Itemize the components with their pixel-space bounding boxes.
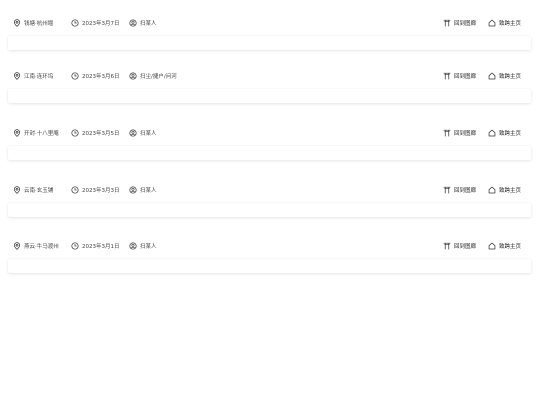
entry-meta: 云南·玄玉铺 2023年3月3日 扫某人 回到图廊 致跨主页	[8, 181, 531, 199]
home-button[interactable]: 致跨主页	[488, 186, 521, 194]
location-pin-icon	[13, 72, 21, 80]
torii-gate-icon	[443, 72, 451, 80]
entry-actions: 回到图廊 致跨主页	[443, 124, 521, 142]
person-text: 扫某人	[140, 188, 157, 194]
gallery-label: 回到图廊	[453, 188, 476, 194]
home-label: 致跨主页	[498, 131, 521, 137]
home-label: 致跨主页	[498, 21, 521, 27]
torii-gate-icon	[443, 19, 451, 27]
location-text: 云南·玄玉铺	[24, 188, 54, 194]
date-meta: 2023年3月3日	[71, 186, 120, 194]
clock-icon	[71, 129, 79, 137]
list-item: 燕云·牛马渡州 2023年3月1日 扫某人 回到图廊 致跨主页	[8, 237, 531, 283]
torii-gate-icon	[443, 242, 451, 250]
location-pin-icon	[13, 129, 21, 137]
home-label: 致跨主页	[498, 74, 521, 80]
user-icon	[129, 72, 137, 80]
home-icon	[488, 72, 496, 80]
home-button[interactable]: 致跨主页	[488, 72, 521, 80]
list-item: 钱塘·杭州堰 2023年3月7日 扫某人 回到图廊 致跨主页	[8, 14, 531, 60]
user-icon	[129, 186, 137, 194]
date-text: 2023年3月6日	[82, 74, 120, 80]
clock-icon	[71, 242, 79, 250]
user-icon	[129, 242, 137, 250]
clock-icon	[71, 19, 79, 27]
gallery-label: 回到图廊	[453, 74, 476, 80]
entry-actions: 回到图廊 致跨主页	[443, 67, 521, 85]
torii-gate-icon	[443, 186, 451, 194]
user-icon	[129, 19, 137, 27]
entry-meta: 江南·连环坞 2023年3月6日 扫尘/捷户/问河 回到图廊 致跨主页	[8, 67, 531, 85]
location-meta: 江南·连环坞	[13, 72, 53, 80]
back-to-gallery-button[interactable]: 回到图廊	[443, 186, 476, 194]
location-pin-icon	[13, 186, 21, 194]
date-meta: 2023年3月1日	[71, 242, 120, 250]
person-meta: 扫尘/捷户/问河	[129, 72, 177, 80]
entry-content-card[interactable]	[8, 203, 531, 217]
back-to-gallery-button[interactable]: 回到图廊	[443, 72, 476, 80]
location-pin-icon	[13, 19, 21, 27]
home-icon	[488, 19, 496, 27]
gallery-label: 回到图廊	[453, 244, 476, 250]
person-text: 扫尘/捷户/问河	[140, 74, 177, 80]
person-text: 扫某人	[140, 21, 157, 27]
location-meta: 钱塘·杭州堰	[13, 19, 53, 27]
home-button[interactable]: 致跨主页	[488, 242, 521, 250]
person-text: 扫某人	[140, 244, 157, 250]
list-item: 江南·连环坞 2023年3月6日 扫尘/捷户/问河 回到图廊 致跨主页	[8, 67, 531, 113]
home-icon	[488, 242, 496, 250]
home-label: 致跨主页	[498, 244, 521, 250]
person-meta: 扫某人	[129, 186, 157, 194]
entry-meta: 钱塘·杭州堰 2023年3月7日 扫某人 回到图廊 致跨主页	[8, 14, 531, 32]
gallery-label: 回到图廊	[453, 21, 476, 27]
location-text: 开封·十八里庵	[24, 131, 59, 137]
date-text: 2023年3月5日	[82, 131, 120, 137]
gallery-label: 回到图廊	[453, 131, 476, 137]
date-meta: 2023年3月7日	[71, 19, 120, 27]
entry-list: 钱塘·杭州堰 2023年3月7日 扫某人 回到图廊 致跨主页 江南·连环坞 20…	[0, 0, 540, 405]
list-item: 云南·玄玉铺 2023年3月3日 扫某人 回到图廊 致跨主页	[8, 181, 531, 227]
entry-actions: 回到图廊 致跨主页	[443, 237, 521, 255]
location-meta: 燕云·牛马渡州	[13, 242, 59, 250]
person-text: 扫某人	[140, 131, 157, 137]
back-to-gallery-button[interactable]: 回到图廊	[443, 19, 476, 27]
date-text: 2023年3月1日	[82, 244, 120, 250]
home-button[interactable]: 致跨主页	[488, 19, 521, 27]
entry-actions: 回到图廊 致跨主页	[443, 14, 521, 32]
entry-content-card[interactable]	[8, 146, 531, 160]
home-icon	[488, 129, 496, 137]
entry-meta: 开封·十八里庵 2023年3月5日 扫某人 回到图廊 致跨主页	[8, 124, 531, 142]
entry-content-card[interactable]	[8, 259, 531, 273]
location-text: 钱塘·杭州堰	[24, 21, 54, 27]
entry-content-card[interactable]	[8, 36, 531, 50]
home-icon	[488, 186, 496, 194]
person-meta: 扫某人	[129, 19, 157, 27]
home-label: 致跨主页	[498, 188, 521, 194]
user-icon	[129, 129, 137, 137]
date-text: 2023年3月3日	[82, 188, 120, 194]
home-button[interactable]: 致跨主页	[488, 129, 521, 137]
entry-content-card[interactable]	[8, 89, 531, 103]
back-to-gallery-button[interactable]: 回到图廊	[443, 129, 476, 137]
location-meta: 开封·十八里庵	[13, 129, 59, 137]
torii-gate-icon	[443, 129, 451, 137]
clock-icon	[71, 186, 79, 194]
location-text: 燕云·牛马渡州	[24, 244, 59, 250]
person-meta: 扫某人	[129, 129, 157, 137]
date-meta: 2023年3月5日	[71, 129, 120, 137]
date-meta: 2023年3月6日	[71, 72, 120, 80]
person-meta: 扫某人	[129, 242, 157, 250]
entry-actions: 回到图廊 致跨主页	[443, 181, 521, 199]
entry-meta: 燕云·牛马渡州 2023年3月1日 扫某人 回到图廊 致跨主页	[8, 237, 531, 255]
location-text: 江南·连环坞	[24, 74, 54, 80]
location-meta: 云南·玄玉铺	[13, 186, 53, 194]
back-to-gallery-button[interactable]: 回到图廊	[443, 242, 476, 250]
clock-icon	[71, 72, 79, 80]
list-item: 开封·十八里庵 2023年3月5日 扫某人 回到图廊 致跨主页	[8, 124, 531, 170]
location-pin-icon	[13, 242, 21, 250]
date-text: 2023年3月7日	[82, 21, 120, 27]
